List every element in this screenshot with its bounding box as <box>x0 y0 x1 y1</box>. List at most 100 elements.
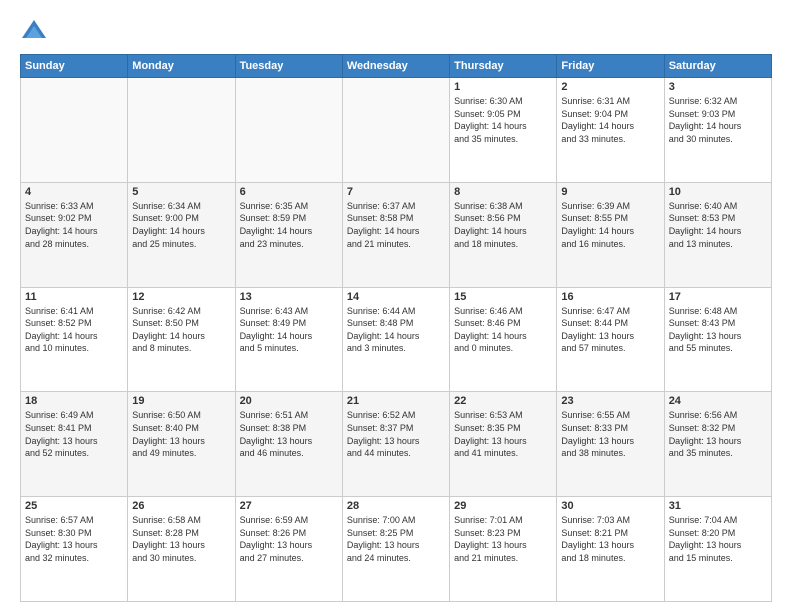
day-info: Sunrise: 6:47 AM Sunset: 8:44 PM Dayligh… <box>561 305 659 355</box>
day-info: Sunrise: 6:51 AM Sunset: 8:38 PM Dayligh… <box>240 409 338 459</box>
calendar-header: Sunday Monday Tuesday Wednesday Thursday… <box>21 55 772 78</box>
day-info: Sunrise: 6:39 AM Sunset: 8:55 PM Dayligh… <box>561 200 659 250</box>
calendar-day-cell: 21 Sunrise: 6:52 AM Sunset: 8:37 PM Dayli… <box>342 392 449 497</box>
day-number: 18 <box>25 395 123 407</box>
calendar-day-cell: 11 Sunrise: 6:41 AM Sunset: 8:52 PM Dayli… <box>21 287 128 392</box>
day-number: 17 <box>669 291 767 303</box>
day-number: 12 <box>132 291 230 303</box>
day-number: 7 <box>347 186 445 198</box>
day-number: 30 <box>561 500 659 512</box>
day-info: Sunrise: 6:33 AM Sunset: 9:02 PM Dayligh… <box>25 200 123 250</box>
calendar-day-cell: 26Sunrise: 6:58 AM Sunset: 8:28 PM Dayli… <box>128 497 235 602</box>
day-info: Sunrise: 6:56 AM Sunset: 8:32 PM Dayligh… <box>669 409 767 459</box>
calendar-week-row: 11 Sunrise: 6:41 AM Sunset: 8:52 PM Dayli… <box>21 287 772 392</box>
day-info: Sunrise: 6:30 AM Sunset: 9:05 PM Dayligh… <box>454 95 552 145</box>
calendar-day-cell: 25 Sunrise: 6:57 AM Sunset: 8:30 PM Dayli… <box>21 497 128 602</box>
day-info: Sunrise: 7:03 AM Sunset: 8:21 PM Dayligh… <box>561 514 659 564</box>
day-info: Sunrise: 7:04 AM Sunset: 8:20 PM Dayligh… <box>669 514 767 564</box>
header-monday: Monday <box>128 55 235 78</box>
calendar-day-cell: 9 Sunrise: 6:39 AM Sunset: 8:55 PM Daylig… <box>557 182 664 287</box>
calendar-day-cell: 28Sunrise: 7:00 AM Sunset: 8:25 PM Dayli… <box>342 497 449 602</box>
calendar-day-cell: 8 Sunrise: 6:38 AM Sunset: 8:56 PM Daylig… <box>450 182 557 287</box>
calendar-week-row: 4 Sunrise: 6:33 AM Sunset: 9:02 PM Daylig… <box>21 182 772 287</box>
day-info: Sunrise: 6:38 AM Sunset: 8:56 PM Dayligh… <box>454 200 552 250</box>
day-number: 24 <box>669 395 767 407</box>
day-info: Sunrise: 6:34 AM Sunset: 9:00 PM Dayligh… <box>132 200 230 250</box>
calendar-day-cell: 2Sunrise: 6:31 AM Sunset: 9:04 PM Daylig… <box>557 78 664 183</box>
day-info: Sunrise: 6:41 AM Sunset: 8:52 PM Dayligh… <box>25 305 123 355</box>
calendar-day-cell <box>128 78 235 183</box>
day-number: 31 <box>669 500 767 512</box>
day-info: Sunrise: 6:52 AM Sunset: 8:37 PM Dayligh… <box>347 409 445 459</box>
day-number: 21 <box>347 395 445 407</box>
calendar-day-cell: 1Sunrise: 6:30 AM Sunset: 9:05 PM Daylig… <box>450 78 557 183</box>
calendar-day-cell: 17 Sunrise: 6:48 AM Sunset: 8:43 PM Dayli… <box>664 287 771 392</box>
day-info: Sunrise: 6:43 AM Sunset: 8:49 PM Dayligh… <box>240 305 338 355</box>
day-info: Sunrise: 7:00 AM Sunset: 8:25 PM Dayligh… <box>347 514 445 564</box>
calendar-day-cell: 19 Sunrise: 6:50 AM Sunset: 8:40 PM Dayli… <box>128 392 235 497</box>
day-number: 26 <box>132 500 230 512</box>
day-number: 9 <box>561 186 659 198</box>
header-friday: Friday <box>557 55 664 78</box>
day-info: Sunrise: 6:57 AM Sunset: 8:30 PM Dayligh… <box>25 514 123 564</box>
day-number: 15 <box>454 291 552 303</box>
day-number: 8 <box>454 186 552 198</box>
weekday-header-row: Sunday Monday Tuesday Wednesday Thursday… <box>21 55 772 78</box>
calendar-day-cell: 24 Sunrise: 6:56 AM Sunset: 8:32 PM Dayli… <box>664 392 771 497</box>
day-number: 6 <box>240 186 338 198</box>
calendar-day-cell: 14Sunrise: 6:44 AM Sunset: 8:48 PM Dayli… <box>342 287 449 392</box>
day-info: Sunrise: 6:46 AM Sunset: 8:46 PM Dayligh… <box>454 305 552 355</box>
day-info: Sunrise: 6:59 AM Sunset: 8:26 PM Dayligh… <box>240 514 338 564</box>
header-saturday: Saturday <box>664 55 771 78</box>
calendar-day-cell <box>342 78 449 183</box>
day-number: 23 <box>561 395 659 407</box>
day-number: 20 <box>240 395 338 407</box>
calendar-day-cell: 6 Sunrise: 6:35 AM Sunset: 8:59 PM Daylig… <box>235 182 342 287</box>
calendar-day-cell: 20 Sunrise: 6:51 AM Sunset: 8:38 PM Dayli… <box>235 392 342 497</box>
calendar-day-cell: 22Sunrise: 6:53 AM Sunset: 8:35 PM Dayli… <box>450 392 557 497</box>
day-number: 11 <box>25 291 123 303</box>
header-thursday: Thursday <box>450 55 557 78</box>
day-info: Sunrise: 6:35 AM Sunset: 8:59 PM Dayligh… <box>240 200 338 250</box>
header <box>20 16 772 44</box>
day-number: 2 <box>561 81 659 93</box>
day-info: Sunrise: 6:37 AM Sunset: 8:58 PM Dayligh… <box>347 200 445 250</box>
calendar-day-cell: 5 Sunrise: 6:34 AM Sunset: 9:00 PM Daylig… <box>128 182 235 287</box>
calendar-day-cell: 7 Sunrise: 6:37 AM Sunset: 8:58 PM Daylig… <box>342 182 449 287</box>
calendar-day-cell: 4 Sunrise: 6:33 AM Sunset: 9:02 PM Daylig… <box>21 182 128 287</box>
calendar-day-cell: 16 Sunrise: 6:47 AM Sunset: 8:44 PM Dayli… <box>557 287 664 392</box>
header-wednesday: Wednesday <box>342 55 449 78</box>
day-info: Sunrise: 6:32 AM Sunset: 9:03 PM Dayligh… <box>669 95 767 145</box>
day-info: Sunrise: 6:50 AM Sunset: 8:40 PM Dayligh… <box>132 409 230 459</box>
day-info: Sunrise: 6:48 AM Sunset: 8:43 PM Dayligh… <box>669 305 767 355</box>
calendar-table: Sunday Monday Tuesday Wednesday Thursday… <box>20 54 772 602</box>
calendar-day-cell: 23 Sunrise: 6:55 AM Sunset: 8:33 PM Dayli… <box>557 392 664 497</box>
calendar-day-cell: 27Sunrise: 6:59 AM Sunset: 8:26 PM Dayli… <box>235 497 342 602</box>
calendar-day-cell: 31 Sunrise: 7:04 AM Sunset: 8:20 PM Dayli… <box>664 497 771 602</box>
logo-icon <box>20 16 48 44</box>
calendar-body: 1Sunrise: 6:30 AM Sunset: 9:05 PM Daylig… <box>21 78 772 602</box>
day-number: 3 <box>669 81 767 93</box>
calendar-day-cell: 30 Sunrise: 7:03 AM Sunset: 8:21 PM Dayli… <box>557 497 664 602</box>
day-info: Sunrise: 6:55 AM Sunset: 8:33 PM Dayligh… <box>561 409 659 459</box>
day-info: Sunrise: 6:40 AM Sunset: 8:53 PM Dayligh… <box>669 200 767 250</box>
calendar-day-cell: 12 Sunrise: 6:42 AM Sunset: 8:50 PM Dayli… <box>128 287 235 392</box>
day-number: 22 <box>454 395 552 407</box>
day-number: 5 <box>132 186 230 198</box>
day-number: 25 <box>25 500 123 512</box>
calendar-day-cell: 10 Sunrise: 6:40 AM Sunset: 8:53 PM Dayli… <box>664 182 771 287</box>
calendar-week-row: 25 Sunrise: 6:57 AM Sunset: 8:30 PM Dayli… <box>21 497 772 602</box>
calendar-day-cell: 13 Sunrise: 6:43 AM Sunset: 8:49 PM Dayli… <box>235 287 342 392</box>
calendar-day-cell: 3 Sunrise: 6:32 AM Sunset: 9:03 PM Daylig… <box>664 78 771 183</box>
day-number: 13 <box>240 291 338 303</box>
day-number: 16 <box>561 291 659 303</box>
page: Sunday Monday Tuesday Wednesday Thursday… <box>0 0 792 612</box>
day-number: 4 <box>25 186 123 198</box>
day-number: 10 <box>669 186 767 198</box>
day-info: Sunrise: 6:42 AM Sunset: 8:50 PM Dayligh… <box>132 305 230 355</box>
day-info: Sunrise: 7:01 AM Sunset: 8:23 PM Dayligh… <box>454 514 552 564</box>
day-number: 19 <box>132 395 230 407</box>
calendar-day-cell <box>235 78 342 183</box>
day-number: 14 <box>347 291 445 303</box>
day-info: Sunrise: 6:49 AM Sunset: 8:41 PM Dayligh… <box>25 409 123 459</box>
